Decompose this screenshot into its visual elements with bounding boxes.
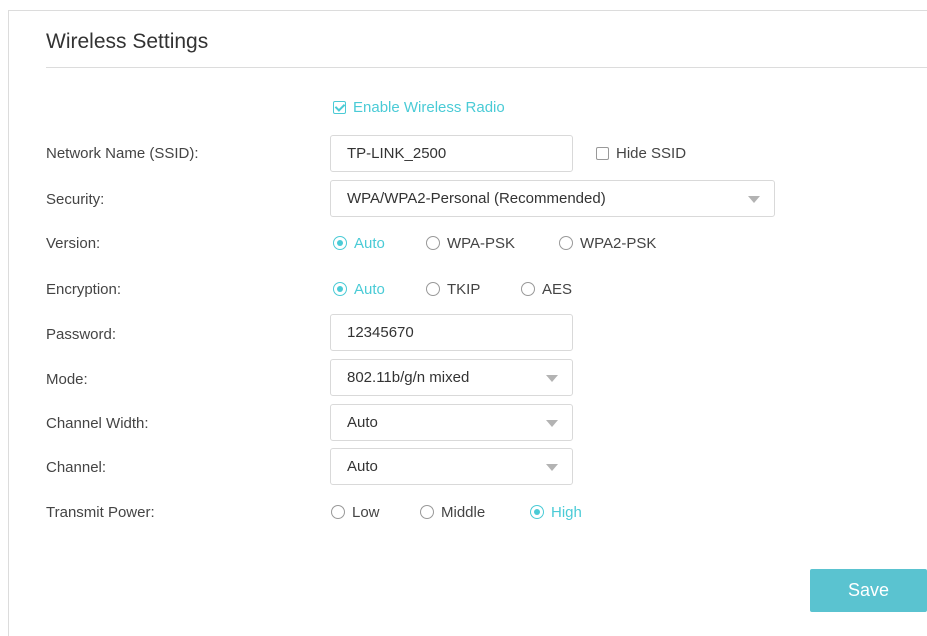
checkbox-unchecked-icon	[596, 147, 609, 160]
version-label: Version:	[46, 235, 101, 252]
security-label: Security:	[46, 191, 105, 208]
radio-unselected-icon	[331, 505, 345, 519]
radio-label: AES	[542, 281, 573, 298]
radio-selected-icon	[333, 236, 347, 250]
dropdown-arrow-icon	[546, 375, 558, 382]
transmit-power-low-radio[interactable]: Low	[331, 503, 380, 523]
page-title: Wireless Settings	[46, 30, 209, 53]
radio-label: High	[551, 504, 582, 521]
radio-selected-icon	[333, 282, 347, 296]
version-wpa-psk-radio[interactable]: WPA-PSK	[426, 234, 515, 254]
channel-width-value: Auto	[347, 414, 378, 431]
radio-label: Middle	[441, 504, 486, 521]
radio-unselected-icon	[521, 282, 535, 296]
security-select[interactable]: WPA/WPA2-Personal (Recommended)	[330, 180, 775, 217]
save-button[interactable]: Save	[810, 569, 927, 612]
radio-label: TKIP	[447, 281, 481, 298]
enable-wireless-radio-checkbox[interactable]: Enable Wireless Radio	[333, 98, 505, 118]
radio-label: Auto	[354, 235, 385, 252]
dropdown-arrow-icon	[748, 196, 760, 203]
radio-label: WPA2-PSK	[580, 235, 657, 252]
password-input[interactable]: 12345670	[330, 314, 573, 351]
version-auto-radio[interactable]: Auto	[333, 234, 385, 254]
radio-unselected-icon	[426, 282, 440, 296]
mode-label: Mode:	[46, 371, 88, 388]
radio-label: WPA-PSK	[447, 235, 516, 252]
radio-unselected-icon	[420, 505, 434, 519]
hide-ssid-label: Hide SSID	[616, 145, 687, 162]
dropdown-arrow-icon	[546, 464, 558, 471]
channel-width-label: Channel Width:	[46, 415, 149, 432]
dropdown-arrow-icon	[546, 420, 558, 427]
transmit-power-high-radio[interactable]: High	[530, 503, 582, 523]
ssid-input[interactable]: TP-LINK_2500	[330, 135, 573, 172]
mode-value: 802.11b/g/n mixed	[347, 369, 470, 386]
transmit-power-middle-radio[interactable]: Middle	[420, 503, 485, 523]
title-divider	[46, 67, 927, 68]
security-value: WPA/WPA2-Personal (Recommended)	[347, 190, 606, 207]
enable-wireless-radio-label: Enable Wireless Radio	[353, 99, 505, 116]
encryption-aes-radio[interactable]: AES	[521, 280, 572, 300]
channel-select[interactable]: Auto	[330, 448, 573, 485]
ssid-label: Network Name (SSID):	[46, 145, 199, 162]
radio-selected-icon	[530, 505, 544, 519]
transmit-power-label: Transmit Power:	[46, 504, 155, 521]
channel-value: Auto	[347, 458, 378, 475]
encryption-label: Encryption:	[46, 281, 122, 298]
password-label: Password:	[46, 326, 117, 343]
radio-unselected-icon	[426, 236, 440, 250]
version-wpa2-psk-radio[interactable]: WPA2-PSK	[559, 234, 656, 254]
mode-select[interactable]: 802.11b/g/n mixed	[330, 359, 573, 396]
channel-width-select[interactable]: Auto	[330, 404, 573, 441]
channel-label: Channel:	[46, 459, 107, 476]
radio-label: Auto	[354, 281, 385, 298]
checkbox-checked-icon	[333, 101, 346, 114]
radio-unselected-icon	[559, 236, 573, 250]
encryption-auto-radio[interactable]: Auto	[333, 280, 385, 300]
radio-label: Low	[352, 504, 380, 521]
encryption-tkip-radio[interactable]: TKIP	[426, 280, 480, 300]
hide-ssid-checkbox[interactable]: Hide SSID	[596, 144, 686, 164]
